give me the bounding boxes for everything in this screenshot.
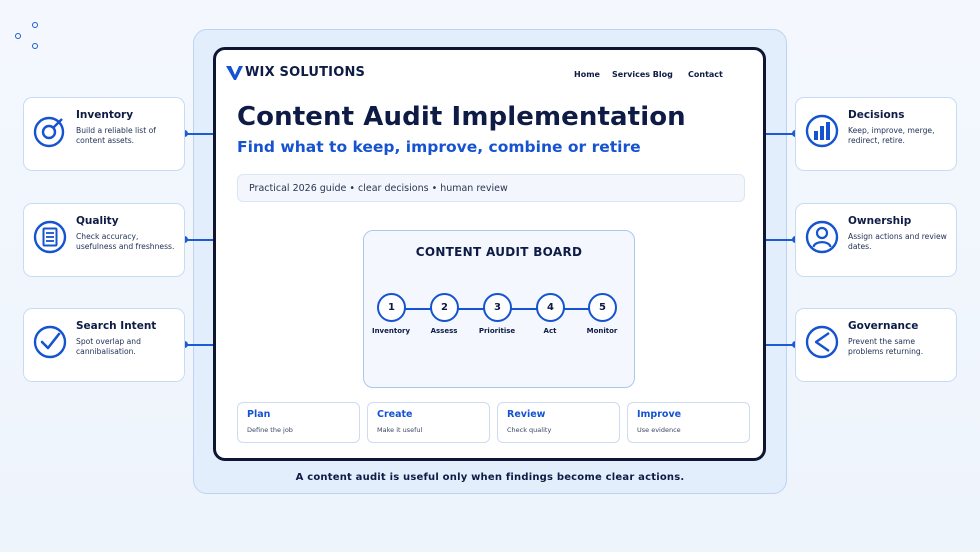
website-screen: WIX SOLUTIONS Home Services Blog Contact… (213, 47, 766, 461)
connector-line (766, 344, 795, 346)
step-4: 4 (536, 293, 565, 322)
feature-card-desc: Check accuracy, usefulness and freshness… (76, 232, 175, 251)
nav-link-services-blog[interactable]: Services Blog (612, 70, 673, 79)
card-title: Create (377, 409, 413, 420)
feature-card-title: Governance (848, 320, 919, 332)
step-1: 1 (377, 293, 406, 322)
bar-chart-icon (805, 114, 839, 148)
connector-line (184, 344, 213, 346)
decorative-dot (32, 43, 38, 49)
user-icon (805, 220, 839, 254)
wix-v-logo-icon (226, 65, 243, 80)
step-label: Monitor (586, 327, 618, 335)
card-title: Improve (637, 409, 682, 420)
page-subtitle: Find what to keep, improve, combine or r… (237, 138, 641, 156)
board-title: CONTENT AUDIT BOARD (415, 245, 583, 259)
card-desc: Check quality (507, 426, 552, 434)
guide-banner: Practical 2026 guide • clear decisions •… (237, 174, 745, 202)
card-desc: Use evidence (637, 426, 681, 434)
feature-card-desc: Spot overlap and cannibalisation. (76, 337, 141, 356)
connector-line (184, 239, 213, 241)
feature-card-title: Search Intent (76, 320, 157, 332)
feature-card-title: Inventory (76, 109, 134, 121)
connector-line (766, 133, 795, 135)
step-label: Assess (430, 327, 458, 335)
bottom-caption: A content audit is useful only when find… (295, 472, 685, 483)
decorative-dot (15, 33, 21, 39)
feature-card-desc: Assign actions and review dates. (848, 232, 947, 251)
audit-board: CONTENT AUDIT BOARD 1 2 3 4 5 Inventory … (363, 230, 635, 388)
brand-name: WIX SOLUTIONS (245, 65, 366, 80)
chevron-left-icon (805, 325, 839, 359)
card-title: Review (507, 409, 546, 420)
card-desc: Make it useful (377, 426, 423, 434)
feature-card-quality: Quality Check accuracy, usefulness and f… (23, 203, 185, 277)
feature-card-desc: Keep, improve, merge, redirect, retire. (848, 126, 935, 145)
feature-card-title: Ownership (848, 215, 912, 227)
step-3: 3 (483, 293, 512, 322)
card-improve[interactable]: Improve Use evidence (627, 402, 750, 443)
page-title: Content Audit Implementation (237, 102, 686, 132)
card-review[interactable]: Review Check quality (497, 402, 620, 443)
step-label: Prioritise (478, 327, 516, 335)
decorative-dot (32, 22, 38, 28)
card-create[interactable]: Create Make it useful (367, 402, 490, 443)
feature-card-title: Quality (76, 215, 119, 227)
card-desc: Define the job (247, 426, 293, 434)
navbar: WIX SOLUTIONS Home Services Blog Contact (226, 65, 753, 85)
step-2: 2 (430, 293, 459, 322)
card-title: Plan (247, 409, 271, 420)
card-plan[interactable]: Plan Define the job (237, 402, 360, 443)
feature-card-search-intent: Search Intent Spot overlap and cannibali… (23, 308, 185, 382)
document-icon (33, 220, 67, 254)
nav-link-contact[interactable]: Contact (688, 70, 723, 79)
feature-card-inventory: Inventory Build a reliable list of conte… (23, 97, 185, 171)
check-circle-icon (33, 325, 67, 359)
feature-card-desc: Build a reliable list of content assets. (76, 126, 156, 145)
nav-link-home[interactable]: Home (574, 70, 600, 79)
step-label: Act (543, 327, 557, 335)
feature-card-ownership: Ownership Assign actions and review date… (795, 203, 957, 277)
feature-card-governance: Governance Prevent the same problems ret… (795, 308, 957, 382)
feature-card-title: Decisions (848, 109, 905, 121)
connector-line (766, 239, 795, 241)
connector-line (184, 133, 213, 135)
step-label: Inventory (371, 327, 411, 335)
target-icon (33, 114, 67, 148)
feature-card-desc: Prevent the same problems returning. (848, 337, 924, 356)
feature-card-decisions: Decisions Keep, improve, merge, redirect… (795, 97, 957, 171)
step-5: 5 (588, 293, 617, 322)
brand-logo[interactable]: WIX SOLUTIONS (226, 65, 365, 80)
